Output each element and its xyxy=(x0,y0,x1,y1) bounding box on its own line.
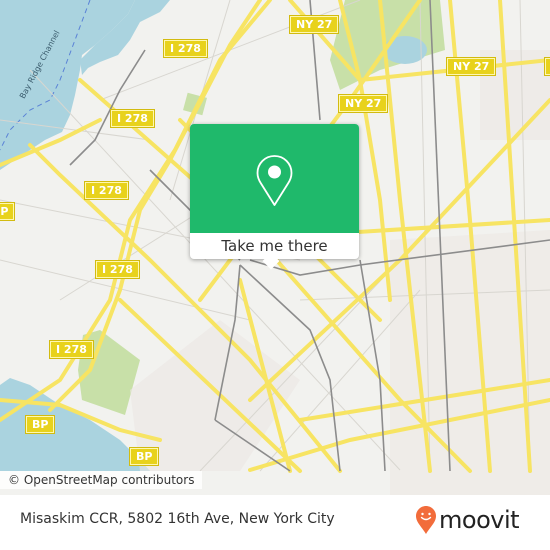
highway-shield: NY 27 xyxy=(543,57,550,76)
highway-shield: BP xyxy=(128,447,160,466)
highway-shield: I 278 xyxy=(163,39,208,58)
map-view[interactable]: Bay Ridge Channel I 278 I 278 I 278 I 27… xyxy=(0,0,550,495)
destination-popup: Take me there xyxy=(190,124,359,270)
take-me-there-button[interactable]: Take me there xyxy=(190,233,359,259)
popup-header xyxy=(190,124,359,233)
highway-shield: NY 27 xyxy=(445,57,497,76)
highway-shield: I 278 xyxy=(84,181,129,200)
moovit-logo[interactable]: moovit xyxy=(415,505,520,535)
moovit-wordmark: moovit xyxy=(439,506,520,534)
moovit-pin-icon xyxy=(416,506,436,534)
map-attribution[interactable]: © OpenStreetMap contributors xyxy=(0,471,203,489)
highway-shield: BP xyxy=(24,415,56,434)
highway-shield: I 278 xyxy=(95,260,140,279)
destination-address: Misaskim CCR, 5802 16th Ave, New York Ci… xyxy=(20,511,335,527)
highway-shield: NY 27 xyxy=(288,15,340,34)
highway-shield: I 278 xyxy=(110,109,155,128)
highway-shield: I 278 xyxy=(49,340,94,359)
water-area xyxy=(0,0,135,170)
highway-shield: BP xyxy=(0,202,16,221)
footer-bar: Misaskim CCR, 5802 16th Ave, New York Ci… xyxy=(0,495,550,550)
location-pin-icon xyxy=(256,155,293,206)
highway-shield: NY 27 xyxy=(337,94,389,113)
